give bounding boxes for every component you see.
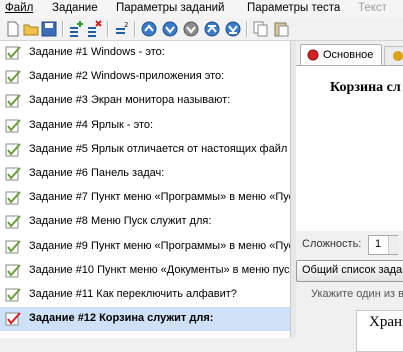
task-editor: Основное Корзина сл Сложность: 1 Общий с… xyxy=(296,41,403,352)
difficulty-field[interactable]: 1 xyxy=(368,235,398,255)
task-row[interactable]: Задание #12 Корзина служит для: xyxy=(0,307,290,332)
task-label: Задание #7 Пункт меню «Программы» в меню… xyxy=(29,191,290,204)
task-list[interactable]: Задание #1 Windows - это: Задание #2 Wind… xyxy=(0,41,290,338)
checkbox-icon[interactable] xyxy=(5,190,23,206)
common-list-button[interactable]: Общий список задан xyxy=(296,260,403,282)
question-panel[interactable]: Корзина сл xyxy=(296,65,403,231)
question-title: Корзина сл xyxy=(330,80,401,95)
toolbar: 2 xyxy=(0,18,403,41)
task-row[interactable]: Задание #3 Экран монитора называют: xyxy=(0,89,290,113)
task-label: Задание #12 Корзина служит для: xyxy=(29,312,214,325)
task-row[interactable]: Задание #11 Как переключить алфавит? xyxy=(0,283,290,307)
task-row[interactable]: Задание #5 Ярлык отличается от настоящих… xyxy=(0,138,290,162)
task-label: Задание #6 Панель задач: xyxy=(29,167,165,179)
checkbox-icon[interactable] xyxy=(5,214,23,230)
answer-box[interactable]: Хран xyxy=(356,310,403,352)
menu-task[interactable]: Задание xyxy=(52,2,98,14)
menu-bar: Файл Задание Параметры заданий Параметры… xyxy=(0,0,403,18)
common-list-button-label: Общий список задан xyxy=(302,264,403,276)
checkbox-icon[interactable] xyxy=(5,166,23,182)
tab-main[interactable]: Основное xyxy=(300,44,382,66)
checkbox-icon[interactable] xyxy=(5,142,23,158)
task-label: Задание #4 Ярлык - это: xyxy=(29,118,154,131)
task-row[interactable]: Задание #10 Пункт меню «Документы» в мен… xyxy=(0,259,290,283)
task-row[interactable]: Задание #8 Меню Пуск служит для: xyxy=(0,210,290,234)
checkbox-icon[interactable] xyxy=(5,118,23,134)
move-down-step-icon[interactable] xyxy=(182,20,200,38)
svg-text:2: 2 xyxy=(124,21,128,29)
add-task-icon[interactable] xyxy=(67,20,85,38)
task-label: Задание #3 Экран монитора называют: xyxy=(29,94,231,107)
menu-test-params[interactable]: Параметры теста xyxy=(247,2,340,14)
numbering-icon[interactable]: 2 xyxy=(113,20,131,38)
toolbar-separator xyxy=(246,21,248,37)
answer-preview: Хран xyxy=(369,314,403,330)
task-label: Задание #2 Windows-приложения это: xyxy=(29,70,225,83)
checkbox-icon[interactable] xyxy=(5,311,23,327)
task-label: Задание #9 Пункт меню «Программы» в меню… xyxy=(29,239,290,252)
answer-hint: Укажите один из вар xyxy=(311,288,403,300)
checkbox-icon[interactable] xyxy=(5,287,23,303)
difficulty-label: Сложность: xyxy=(302,238,362,250)
checkbox-icon[interactable] xyxy=(5,263,23,279)
copy-icon[interactable] xyxy=(252,20,270,38)
task-label: Задание #10 Пункт меню «Документы» в мен… xyxy=(29,263,290,276)
toolbar-separator xyxy=(107,21,109,37)
checkbox-icon[interactable] xyxy=(5,239,23,255)
new-document-icon[interactable] xyxy=(4,20,22,38)
task-row[interactable]: Задание #6 Панель задач: xyxy=(0,162,290,186)
checkbox-icon[interactable] xyxy=(5,45,23,61)
move-down-icon[interactable] xyxy=(161,20,179,38)
task-label: Задание #5 Ярлык отличается от настоящих… xyxy=(29,142,288,155)
difficulty-spinner[interactable] xyxy=(388,236,398,254)
difficulty-value: 1 xyxy=(375,238,382,250)
task-label: Задание #8 Меню Пуск служит для: xyxy=(29,215,212,228)
record-icon xyxy=(307,49,319,61)
toolbar-separator xyxy=(134,21,136,37)
move-bottom-icon[interactable] xyxy=(224,20,242,38)
checkbox-icon[interactable] xyxy=(5,69,23,85)
menu-task-params[interactable]: Параметры заданий xyxy=(116,2,224,14)
menu-file[interactable]: Файл xyxy=(5,2,33,14)
save-icon[interactable] xyxy=(40,20,58,38)
task-row[interactable]: Задание #9 Пункт меню «Программы» в меню… xyxy=(0,235,290,259)
task-row[interactable]: Задание #1 Windows - это: xyxy=(0,41,290,65)
tab-icon xyxy=(393,51,403,61)
checkbox-icon[interactable] xyxy=(5,93,23,109)
task-label: Задание #1 Windows - это: xyxy=(29,46,165,58)
task-row[interactable]: Задание #7 Пункт меню «Программы» в меню… xyxy=(0,186,290,210)
move-up-icon[interactable] xyxy=(140,20,158,38)
toolbar-separator xyxy=(62,21,64,37)
open-folder-icon[interactable] xyxy=(22,20,40,38)
tab-secondary[interactable] xyxy=(384,46,403,66)
tab-main-label: Основное xyxy=(323,49,374,61)
task-label: Задание #11 Как переключить алфавит? xyxy=(29,288,237,300)
menu-file-label: Файл xyxy=(5,2,34,14)
paste-icon[interactable] xyxy=(272,20,290,38)
task-row[interactable]: Задание #4 Ярлык - это: xyxy=(0,114,290,138)
menu-text[interactable]: Текст xyxy=(358,2,387,14)
task-row[interactable]: Задание #2 Windows-приложения это: xyxy=(0,65,290,89)
delete-task-icon[interactable] xyxy=(85,20,103,38)
move-top-icon[interactable] xyxy=(203,20,221,38)
